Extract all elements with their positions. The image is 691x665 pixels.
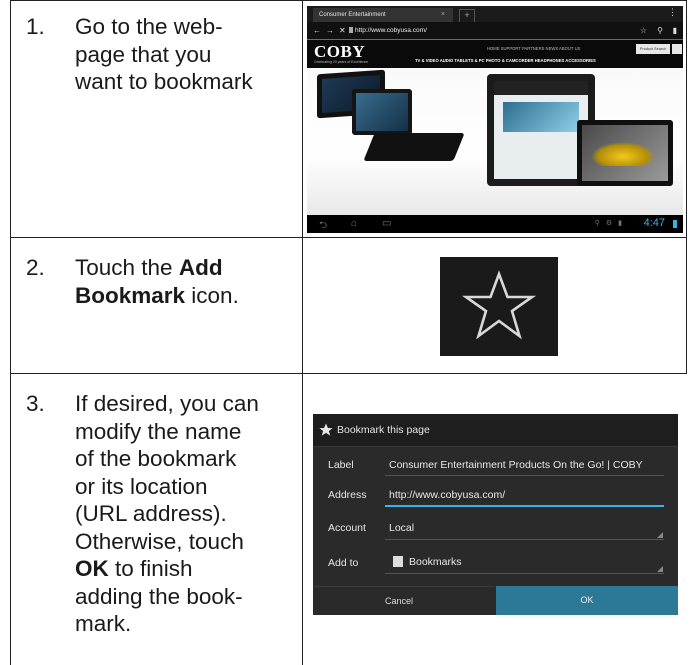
search-button[interactable] [672,44,682,54]
step-line: Otherwise, touch [75,528,244,554]
back-icon[interactable]: ← [313,22,321,39]
step-line: of the bookmark [75,446,237,471]
step-line: Go to the web- [75,14,223,39]
status-icons: ⚲⚙▮ [594,220,628,227]
table-border-left [10,0,11,665]
step-line: adding the book- [75,583,243,609]
step-line: mark. [75,611,132,636]
bookmark-folder-icon [393,556,403,567]
page-icon [349,27,353,33]
site-main-nav[interactable]: TV & VIDEO AUDIO TABLETS & PC PHOTO & CA… [415,58,596,63]
table-border-top [10,0,687,1]
url-field[interactable]: http://www.cobyusa.com/ [355,22,427,39]
dropdown-indicator-icon [657,566,663,572]
add-to-select[interactable]: Bookmarks [409,556,462,568]
ok-button[interactable]: OK [496,586,678,615]
product-search-field[interactable]: Product Search [636,44,670,54]
home-icon[interactable]: ⌂ [351,218,357,229]
step-number: 2. [26,255,45,280]
add-bookmark-star-icon [440,257,558,356]
site-top-nav[interactable]: HOME SUPPORT PARTNERS NEWS ABOUT US [487,46,580,51]
step-number: 1. [26,14,45,39]
address-field-label: Address [328,489,367,501]
browser-url-bar: ← → ✕ http://www.cobyusa.com/ ☆ ⚲ ▮ [307,22,683,40]
new-tab-button[interactable]: + [459,9,475,23]
step-line: or its location [75,473,208,499]
table-row-divider-2 [10,373,687,374]
dropdown-indicator-icon [657,532,663,538]
step-line: want to bookmark [75,69,253,94]
step-text: If desired, you can modify the name of t… [75,390,305,638]
step-line: page that you [75,41,212,67]
step-text-bold: Add [178,255,223,280]
clock: 4:47 [643,217,665,229]
address-field-underline [385,505,664,507]
star-icon [319,423,333,436]
label-field-label: Label [328,459,354,471]
step-text-part: to finish [108,556,193,581]
step-text: Go to the web- page that you want to boo… [75,13,285,96]
browser-screenshot: Consumer Entertainment × + ⋮ ← → ✕ http:… [307,6,683,233]
tablet-image [363,133,465,161]
step-line: If desired, you can [75,391,259,416]
bookmarks-icon[interactable]: ▮ [673,22,677,39]
table-border-right [686,0,687,374]
star-icon[interactable]: ☆ [640,22,647,39]
back-nav-icon[interactable]: ⮌ [319,218,327,233]
system-bar: ⮌ ⌂ ▭ ⚲⚙▮ 4:47 [307,215,683,233]
tab-title: Consumer Entertainment [319,12,386,18]
step-text-part: icon. [185,282,239,308]
account-label: Account [328,522,366,534]
step-line: modify the name [75,418,242,444]
menu-icon[interactable]: ⋮ [668,7,677,18]
add-to-label: Add to [328,557,359,569]
add-to-underline [385,573,664,574]
label-field-underline [385,475,664,476]
dialog-title: Bookmark this page [337,424,430,436]
recent-apps-icon[interactable]: ▭ [382,218,391,229]
address-field[interactable]: http://www.cobyusa.com/ [389,489,505,501]
account-select[interactable]: Local [389,522,414,534]
logo-tagline: Celebrating 20 years of Excellence [314,60,369,64]
tablet-image [577,120,673,186]
site-header: COBY Celebrating 20 years of Excellence … [307,40,683,68]
step-number: 3. [26,391,45,416]
battery-icon [673,220,677,228]
bookmark-dialog: Bookmark this page Label Consumer Entert… [313,414,678,615]
close-icon[interactable]: × [441,8,445,22]
step-text: Touch the Add Bookmark icon. [75,254,285,309]
step-text-bold: Bookmark [75,282,186,308]
step-text-part: Touch the [75,255,179,280]
account-underline [385,539,664,540]
site-logo[interactable]: COBY [314,42,365,62]
browser-tab[interactable]: Consumer Entertainment × [313,8,453,22]
cancel-button[interactable]: Cancel [313,586,495,615]
dialog-header: Bookmark this page [313,414,678,447]
table-row-divider-1 [10,237,687,238]
browser-tab-bar: Consumer Entertainment × + ⋮ [307,6,683,23]
label-field[interactable]: Consumer Entertainment Products On the G… [389,459,643,471]
search-icon[interactable]: ⚲ [657,22,663,39]
step-line: (URL address). [75,501,227,526]
step-text-bold: OK [75,556,109,581]
tablet-image [352,89,412,135]
stop-icon[interactable]: ✕ [339,22,346,39]
forward-icon[interactable]: → [326,22,334,39]
dialog-footer: Cancel OK [313,586,678,615]
